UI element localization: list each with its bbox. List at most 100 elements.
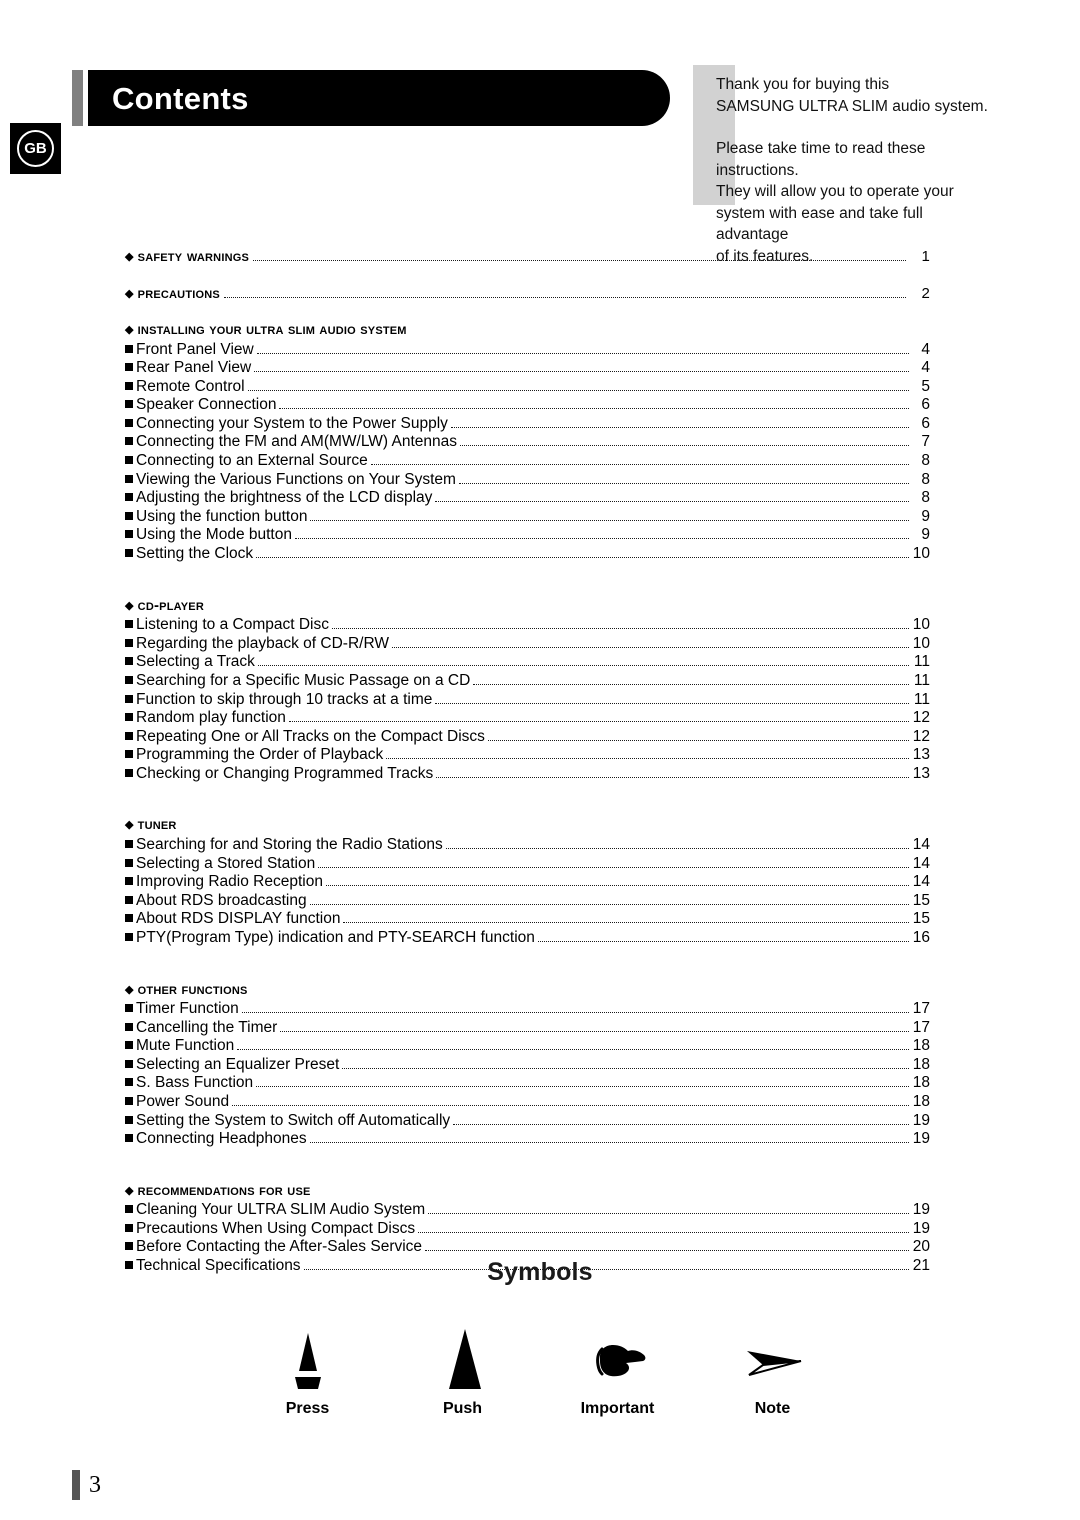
table-of-contents: ◆ Safety Warnings 1 ◆ Precautions 2 ◆ Installin…	[125, 248, 930, 1276]
toc-section-heading[interactable]: ◆ Safety Warnings 1	[125, 248, 930, 268]
toc-page-number: 19	[912, 1201, 930, 1219]
toc-page-number: 19	[912, 1111, 930, 1129]
toc-entry[interactable]: Timer Function 17	[125, 1000, 930, 1019]
dart-arrow-icon	[741, 1319, 805, 1391]
toc-entry[interactable]: Viewing the Various Functions on Your Sy…	[125, 471, 930, 490]
toc-page-number: 10	[912, 616, 930, 634]
toc-leader-dots	[279, 408, 909, 410]
toc-section-heading[interactable]: ◆ Other Functions	[125, 981, 930, 1001]
toc-entry[interactable]: Remote Control 5	[125, 378, 930, 397]
toc-entry-label: PTY(Program Type) indication and PTY-SEA…	[136, 928, 535, 946]
toc-page-number: 17	[912, 1018, 930, 1036]
toc-entry-label: Selecting an Equalizer Preset	[136, 1055, 340, 1073]
toc-entry[interactable]: Using the Mode button 9	[125, 526, 930, 545]
toc-leader-dots	[386, 758, 909, 760]
toc-entry[interactable]: Programming the Order of Playback 13	[125, 746, 930, 765]
toc-entry[interactable]: Mute Function 18	[125, 1037, 930, 1056]
square-bullet-icon	[125, 694, 133, 703]
toc-entry[interactable]: Setting the Clock 10	[125, 545, 930, 564]
toc-entry-label: Improving Radio Reception	[136, 873, 323, 891]
toc-leader-dots	[325, 885, 909, 887]
toc-page-number: 14	[912, 873, 930, 891]
toc-leader-dots	[392, 646, 909, 648]
toc-section-heading[interactable]: ◆ Precautions 2	[125, 285, 930, 305]
toc-entry-label: About RDS broadcasting	[136, 891, 307, 909]
toc-entry-label: Rear Panel View	[136, 359, 252, 377]
square-bullet-icon	[125, 1242, 133, 1251]
symbols-row: Press Push Important Note	[0, 1319, 1080, 1418]
toc-section-label: Precautions	[137, 284, 220, 302]
symbol-label: Push	[442, 1400, 483, 1417]
toc-entry[interactable]: Function to skip through 10 tracks at a …	[125, 691, 930, 710]
toc-entry[interactable]: Cleaning Your ULTRA SLIM Audio System 19	[125, 1201, 930, 1220]
toc-entry[interactable]: Regarding the playback of CD-R/RW 10	[125, 635, 930, 654]
toc-entry[interactable]: Using the function button 9	[125, 508, 930, 527]
toc-section-heading[interactable]: ◆ Installing Your Ultra Slim Audio System	[125, 321, 930, 341]
toc-entry-label: Remote Control	[136, 377, 245, 395]
toc-entry[interactable]: Random play function 12	[125, 709, 930, 728]
toc-entry[interactable]: Connecting to an External Source 8	[125, 452, 930, 471]
toc-section-heading[interactable]: ◆ Recommendations for Use	[125, 1182, 930, 1202]
diamond-bullet-icon: ◆	[125, 324, 134, 336]
toc-entry-label: Cleaning Your ULTRA SLIM Audio System	[136, 1201, 426, 1219]
toc-entry[interactable]: Improving Radio Reception 14	[125, 873, 930, 892]
toc-entry[interactable]: PTY(Program Type) indication and PTY-SEA…	[125, 929, 930, 948]
toc-entry[interactable]: Listening to a Compact Disc 10	[125, 616, 930, 635]
toc-entry[interactable]: Searching for and Storing the Radio Stat…	[125, 836, 930, 855]
toc-group-gap	[125, 1149, 930, 1165]
toc-entry[interactable]: Checking or Changing Programmed Tracks 13	[125, 765, 930, 784]
toc-entry[interactable]: Selecting an Equalizer Preset 18	[125, 1056, 930, 1075]
toc-leader-dots	[450, 426, 909, 428]
toc-entry[interactable]: Adjusting the brightness of the LCD disp…	[125, 489, 930, 508]
toc-entry[interactable]: Before Contacting the After-Sales Servic…	[125, 1238, 930, 1257]
toc-entry[interactable]: About RDS DISPLAY function 15	[125, 910, 930, 929]
toc-entry[interactable]: Connecting your System to the Power Supp…	[125, 415, 930, 434]
toc-entry-label: Listening to a Compact Disc	[136, 616, 329, 634]
toc-entry[interactable]: Searching for a Specific Music Passage o…	[125, 672, 930, 691]
diamond-bullet-icon: ◆	[125, 983, 134, 996]
square-bullet-icon	[125, 549, 133, 558]
square-bullet-icon	[125, 877, 133, 886]
diamond-bullet-icon: ◆	[125, 819, 134, 832]
toc-entry[interactable]: Selecting a Track 11	[125, 653, 930, 672]
toc-entry-label: Precautions When Using Compact Discs	[136, 1219, 416, 1237]
toc-entry[interactable]: Setting the System to Switch off Automat…	[125, 1112, 930, 1131]
toc-entry[interactable]: Power Sound 18	[125, 1093, 930, 1112]
toc-entry[interactable]: Front Panel View 4	[125, 341, 930, 360]
toc-entry[interactable]: Repeating One or All Tracks on the Compa…	[125, 728, 930, 747]
toc-entry-label: Programming the Order of Playback	[136, 746, 384, 764]
toc-page-number: 15	[912, 910, 930, 928]
toc-entry-label: Searching for and Storing the Radio Stat…	[136, 835, 443, 853]
toc-leader-dots	[247, 389, 909, 391]
toc-entry-label: Before Contacting the After-Sales Servic…	[136, 1238, 423, 1256]
toc-entry-label: Front Panel View	[136, 340, 254, 358]
toc-page-number: 10	[912, 545, 930, 563]
toc-entry-label: Adjusting the brightness of the LCD disp…	[136, 489, 433, 507]
toc-entry[interactable]: Selecting a Stored Station 14	[125, 855, 930, 874]
toc-entry-label: About RDS DISPLAY function	[136, 910, 341, 928]
symbol-label: Note	[754, 1400, 791, 1417]
toc-entry[interactable]: S. Bass Function 18	[125, 1074, 930, 1093]
square-bullet-icon	[125, 932, 133, 941]
square-bullet-icon	[125, 418, 133, 427]
square-bullet-icon	[125, 638, 133, 647]
toc-entry[interactable]: Speaker Connection 6	[125, 396, 930, 415]
toc-section-heading[interactable]: ◆ Tuner	[125, 816, 930, 836]
toc-entry-label: Setting the Clock	[136, 545, 254, 563]
toc-section-heading[interactable]: ◆ CD-Player	[125, 597, 930, 617]
toc-entry[interactable]: About RDS broadcasting 15	[125, 892, 930, 911]
square-bullet-icon	[125, 858, 133, 867]
toc-entry[interactable]: Connecting Headphones 19	[125, 1130, 930, 1149]
toc-entry[interactable]: Cancelling the Timer 17	[125, 1019, 930, 1038]
toc-entry[interactable]: Connecting the FM and AM(MW/LW) Antennas…	[125, 433, 930, 452]
toc-entry-label: Mute Function	[136, 1037, 235, 1055]
toc-entry[interactable]: Rear Panel View 4	[125, 359, 930, 378]
toc-leader-dots	[445, 847, 909, 849]
toc-entry-label: S. Bass Function	[136, 1074, 254, 1092]
toc-leader-dots	[318, 866, 909, 868]
toc-leader-dots	[309, 903, 909, 905]
toc-entry[interactable]: Precautions When Using Compact Discs 19	[125, 1220, 930, 1239]
toc-leader-dots	[237, 1049, 909, 1051]
toc-leader-dots	[370, 464, 909, 466]
toc-entry-label: Setting the System to Switch off Automat…	[136, 1111, 451, 1129]
